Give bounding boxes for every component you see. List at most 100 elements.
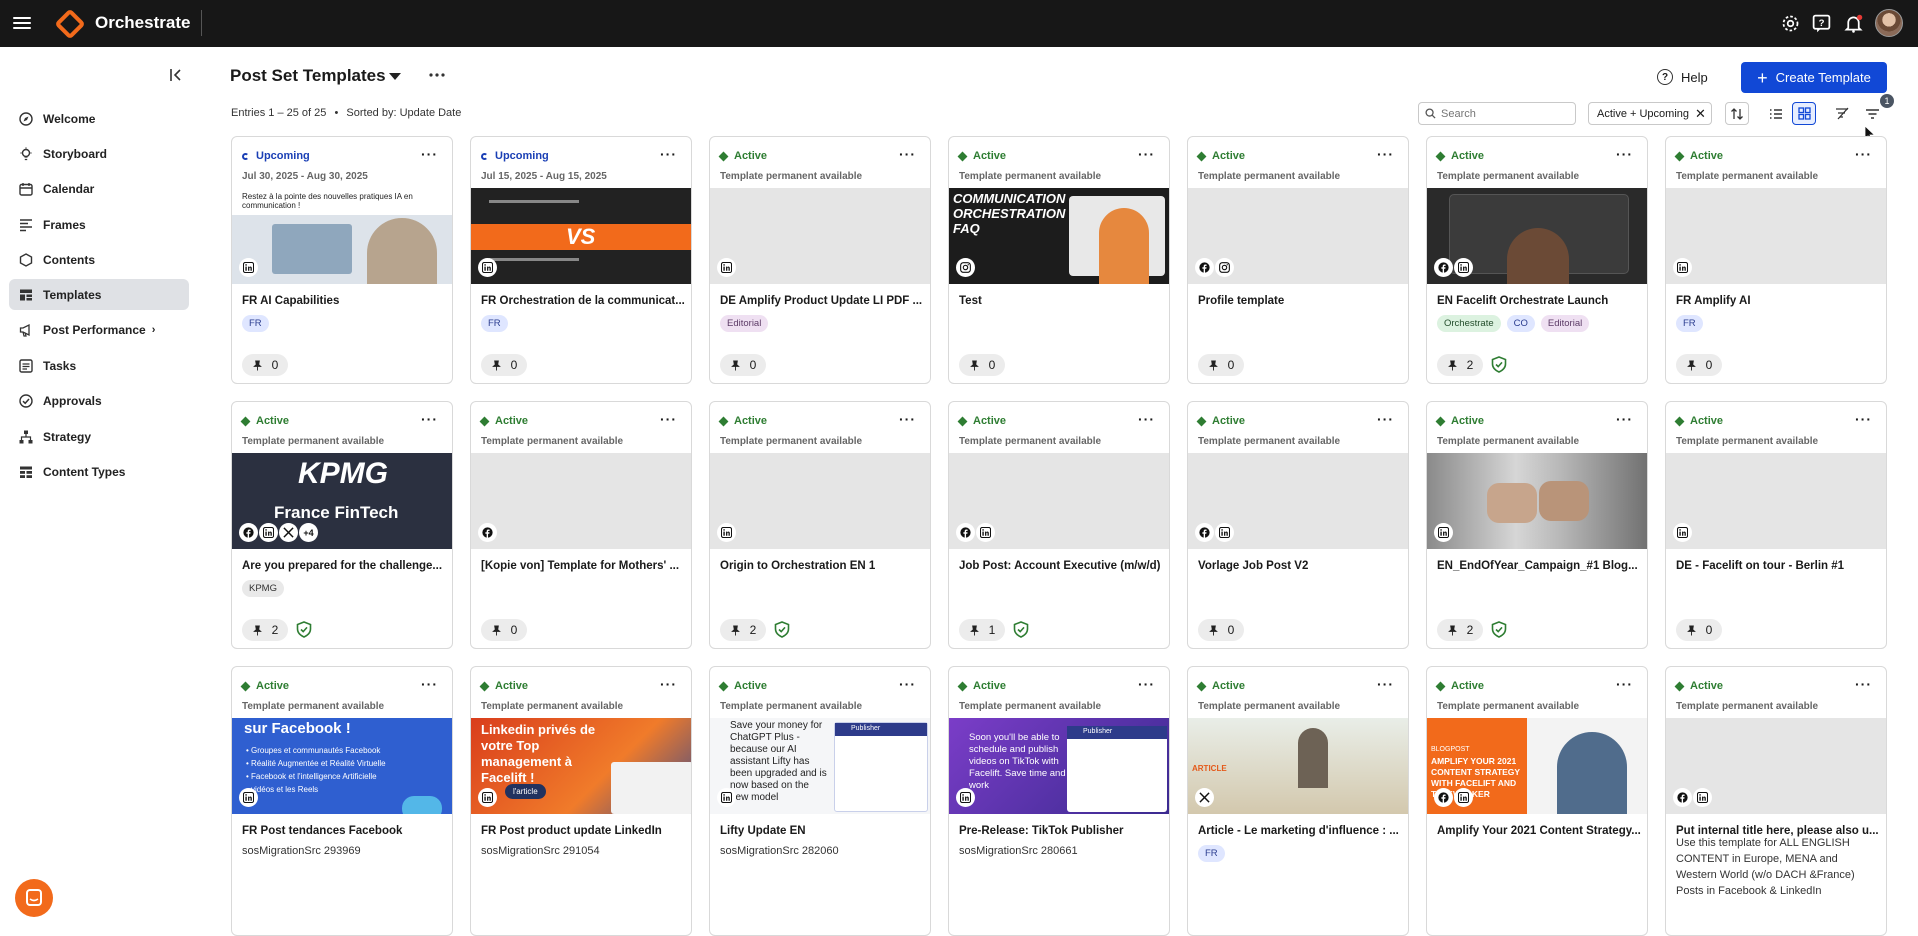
card-thumbnail[interactable] <box>710 188 930 284</box>
card-title[interactable]: FR AI Capabilities <box>242 295 446 307</box>
card-title[interactable]: Job Post: Account Executive (m/w/d) <box>959 560 1163 572</box>
search-input[interactable] <box>1441 107 1561 120</box>
card-more-icon[interactable]: ··· <box>1855 147 1872 161</box>
template-card[interactable]: Active ··· Template permanent available Vor… <box>1187 401 1409 649</box>
user-avatar[interactable] <box>1875 9 1903 37</box>
card-thumbnail[interactable] <box>1188 188 1408 284</box>
card-thumbnail[interactable] <box>1666 718 1886 814</box>
card-more-icon[interactable]: ··· <box>1855 677 1872 691</box>
card-thumbnail[interactable] <box>1427 453 1647 549</box>
template-card[interactable]: Active ··· Template permanent available FR … <box>1665 136 1887 384</box>
template-card[interactable]: Active ··· Template permanent available Ori… <box>709 401 931 649</box>
card-more-icon[interactable]: ··· <box>1377 677 1394 691</box>
card-thumbnail[interactable]: COMMUNICATION ORCHESTRATION FAQ <box>949 188 1169 284</box>
card-thumbnail[interactable] <box>710 453 930 549</box>
sidebar-item-contents[interactable]: Contents <box>9 244 189 275</box>
card-more-icon[interactable]: ··· <box>421 147 438 161</box>
sidebar-item-welcome[interactable]: Welcome <box>9 103 189 134</box>
card-more-icon[interactable]: ··· <box>1855 412 1872 426</box>
template-card[interactable]: Active ··· Template permanent available Pro… <box>1187 136 1409 384</box>
card-thumbnail[interactable] <box>1188 453 1408 549</box>
card-more-icon[interactable]: ··· <box>899 147 916 161</box>
card-thumbnail[interactable]: ARTICLE <box>1188 718 1408 814</box>
help-button[interactable]: ? Help <box>1657 66 1708 88</box>
template-card[interactable]: Active ··· Template permanent available BLO… <box>1426 666 1648 936</box>
template-card[interactable]: Active ··· Template permanent available [Ko… <box>470 401 692 649</box>
card-thumbnail[interactable]: BLOGPOST AMPLIFY YOUR 2021 CONTENT STRATE… <box>1427 718 1647 814</box>
sidebar-item-post-performance[interactable]: Post Performance › <box>9 314 189 345</box>
gear-icon[interactable] <box>1780 13 1801 34</box>
card-more-icon[interactable]: ··· <box>660 677 677 691</box>
card-thumbnail[interactable] <box>1666 188 1886 284</box>
card-more-icon[interactable]: ··· <box>899 412 916 426</box>
card-title[interactable]: DE - Facelift on tour - Berlin #1 <box>1676 560 1880 572</box>
card-more-icon[interactable]: ··· <box>660 412 677 426</box>
card-title[interactable]: DE Amplify Product Update LI PDF ... <box>720 295 924 307</box>
card-more-icon[interactable]: ··· <box>1138 412 1155 426</box>
card-title[interactable]: Test <box>959 295 1163 307</box>
template-card[interactable]: Active ··· Template permanent available ART… <box>1187 666 1409 936</box>
template-card[interactable]: Active ··· Template permanent available Soo… <box>948 666 1170 936</box>
card-title[interactable]: Origin to Orchestration EN 1 <box>720 560 924 572</box>
card-more-icon[interactable]: ··· <box>1138 677 1155 691</box>
card-title[interactable]: FR Amplify AI <box>1676 295 1880 307</box>
sort-order-button[interactable] <box>1725 102 1749 125</box>
chat-launcher-button[interactable] <box>15 879 53 917</box>
sidebar-item-strategy[interactable]: Strategy <box>9 421 189 452</box>
card-title[interactable]: EN_EndOfYear_Campaign_#1 Blog... <box>1437 560 1641 572</box>
card-more-icon[interactable]: ··· <box>899 677 916 691</box>
card-title[interactable]: Pre-Release: TikTok Publisher <box>959 825 1163 837</box>
template-card[interactable]: Active ··· Template permanent available Lin… <box>470 666 692 936</box>
notification-bell-icon[interactable] <box>1843 13 1864 34</box>
sidebar-item-approvals[interactable]: Approvals <box>9 385 189 416</box>
card-thumbnail[interactable] <box>1666 453 1886 549</box>
filter-button[interactable] <box>1860 102 1884 125</box>
card-thumbnail[interactable]: sur Facebook ! • Groupes et communautés F… <box>232 718 452 814</box>
card-title[interactable]: EN Facelift Orchestrate Launch <box>1437 295 1641 307</box>
card-title[interactable]: Are you prepared for the challenge... <box>242 560 446 572</box>
status-filter-chip[interactable]: Active + Upcoming ✕ <box>1588 102 1712 125</box>
title-dropdown-icon[interactable] <box>388 71 402 81</box>
card-title[interactable]: Article - Le marketing d'influence : ... <box>1198 825 1402 837</box>
template-card[interactable]: Active ··· Template permanent available Job… <box>948 401 1170 649</box>
sidebar-item-frames[interactable]: Frames <box>9 209 189 240</box>
search-box[interactable] <box>1418 102 1576 125</box>
card-thumbnail[interactable]: Soon you'll be able to schedule and publ… <box>949 718 1169 814</box>
menu-icon[interactable] <box>13 14 31 32</box>
card-more-icon[interactable]: ··· <box>1377 412 1394 426</box>
card-title[interactable]: Vorlage Job Post V2 <box>1198 560 1402 572</box>
sidebar-item-content-types[interactable]: Content Types <box>9 456 189 487</box>
template-card[interactable]: Active ··· Template permanent available sur… <box>231 666 453 936</box>
template-card[interactable]: Active ··· Template permanent available Put… <box>1665 666 1887 936</box>
card-thumbnail[interactable]: VS <box>471 188 691 284</box>
sidebar-item-tasks[interactable]: Tasks <box>9 350 189 381</box>
card-title[interactable]: Lifty Update EN <box>720 825 924 837</box>
card-more-icon[interactable]: ··· <box>1616 677 1633 691</box>
card-more-icon[interactable]: ··· <box>421 677 438 691</box>
card-more-icon[interactable]: ··· <box>1616 412 1633 426</box>
template-card[interactable]: Upcoming ··· Jul 15, 2025 - Aug 15, 2025 VS… <box>470 136 692 384</box>
card-thumbnail[interactable] <box>471 453 691 549</box>
card-more-icon[interactable]: ··· <box>421 412 438 426</box>
card-more-icon[interactable]: ··· <box>1616 147 1633 161</box>
card-thumbnail[interactable]: KPMG France FinTech +4 <box>232 453 452 549</box>
card-thumbnail[interactable]: Restez à la pointe des nouvelles pratiqu… <box>232 188 452 284</box>
card-thumbnail[interactable] <box>949 453 1169 549</box>
card-thumbnail[interactable]: Save your money for ChatGPT Plus - becau… <box>710 718 930 814</box>
template-card[interactable]: Upcoming ··· Jul 30, 2025 - Aug 30, 2025 Re… <box>231 136 453 384</box>
create-template-button[interactable]: + Create Template <box>1741 62 1887 93</box>
sidebar-item-templates[interactable]: Templates <box>9 279 189 310</box>
card-thumbnail[interactable] <box>1427 188 1647 284</box>
template-card[interactable]: Active ··· Template permanent available COM… <box>948 136 1170 384</box>
clear-filters-button[interactable] <box>1830 102 1854 125</box>
card-title[interactable]: FR Post tendances Facebook <box>242 825 446 837</box>
template-card[interactable]: Active ··· Template permanent available KPM… <box>231 401 453 649</box>
template-card[interactable]: Active ··· Template permanent available Sav… <box>709 666 931 936</box>
card-title[interactable]: Profile template <box>1198 295 1402 307</box>
template-card[interactable]: Active ··· Template permanent available DE … <box>1665 401 1887 649</box>
sidebar-item-storyboard[interactable]: Storyboard <box>9 138 189 169</box>
close-icon[interactable]: ✕ <box>1695 106 1706 122</box>
template-card[interactable]: Active ··· Template permanent available DE … <box>709 136 931 384</box>
card-title[interactable]: FR Orchestration de la communicat... <box>481 295 685 307</box>
card-title[interactable]: Amplify Your 2021 Content Strategy... <box>1437 825 1641 837</box>
